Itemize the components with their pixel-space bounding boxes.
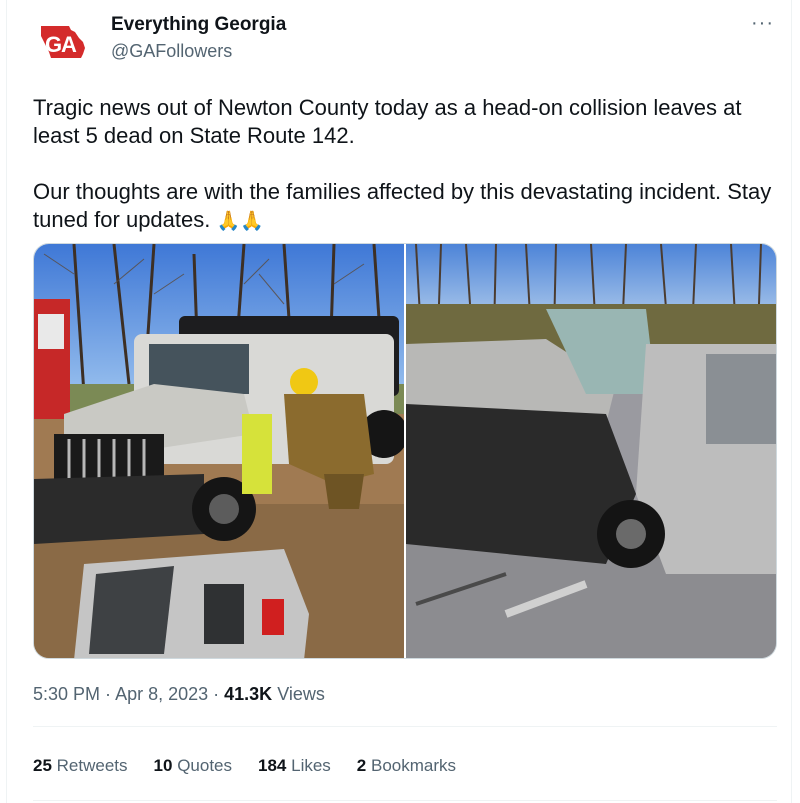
media-grid [33, 243, 777, 659]
divider [33, 800, 777, 801]
quotes-label: Quotes [177, 756, 232, 775]
georgia-state-logo-icon: G A [41, 26, 85, 58]
tweet-card: G A Everything Georgia @GAFollowers ··· … [6, 0, 792, 803]
views-label: Views [272, 684, 325, 704]
retweets-count: 25 [33, 756, 52, 775]
tweet-paragraph-2-text: Our thoughts are with the families affec… [33, 179, 772, 232]
meta-separator: · [208, 684, 225, 704]
svg-text:A: A [61, 32, 77, 57]
bookmarks-stat[interactable]: 2 Bookmarks [357, 756, 456, 776]
pickup-crash-photo[interactable] [406, 244, 776, 658]
quotes-stat[interactable]: 10 Quotes [154, 756, 232, 776]
quotes-count: 10 [153, 756, 173, 775]
bookmarks-count: 2 [356, 756, 367, 775]
tweet-date[interactable]: Apr 8, 2023 [115, 684, 208, 704]
avatar[interactable]: G A [31, 14, 91, 70]
folded-hands-icon: 🙏🙏 [216, 210, 264, 232]
likes-count: 184 [258, 756, 287, 775]
more-options-icon[interactable]: ··· [751, 12, 774, 35]
jeep-crash-photo[interactable] [34, 244, 404, 658]
tweet-meta: 5:30 PM · Apr 8, 2023 · 41.3K Views [33, 684, 325, 705]
tweet-time[interactable]: 5:30 PM [33, 684, 100, 704]
meta-separator: · [100, 684, 116, 704]
views-count: 41.3K [224, 684, 273, 704]
divider [33, 726, 777, 727]
bookmarks-label: Bookmarks [371, 756, 457, 775]
likes-label: Likes [291, 756, 331, 775]
display-name[interactable]: Everything Georgia [111, 14, 286, 36]
pickup-crash-image [406, 244, 776, 658]
tweet-text: Tragic news out of Newton County today a… [33, 94, 783, 235]
retweets-label: Retweets [56, 756, 128, 775]
likes-stat[interactable]: 184 Likes [258, 756, 331, 776]
retweets-stat[interactable]: 25 Retweets [33, 756, 128, 776]
user-handle[interactable]: @GAFollowers [111, 41, 232, 62]
engagement-stats: 25 Retweets 10 Quotes 184 Likes 2 Bookma… [33, 756, 456, 776]
tweet-paragraph-2: Our thoughts are with the families affec… [33, 178, 783, 235]
tweet-paragraph-1: Tragic news out of Newton County today a… [33, 95, 742, 148]
jeep-crash-image [34, 244, 404, 658]
svg-text:G: G [45, 32, 62, 57]
